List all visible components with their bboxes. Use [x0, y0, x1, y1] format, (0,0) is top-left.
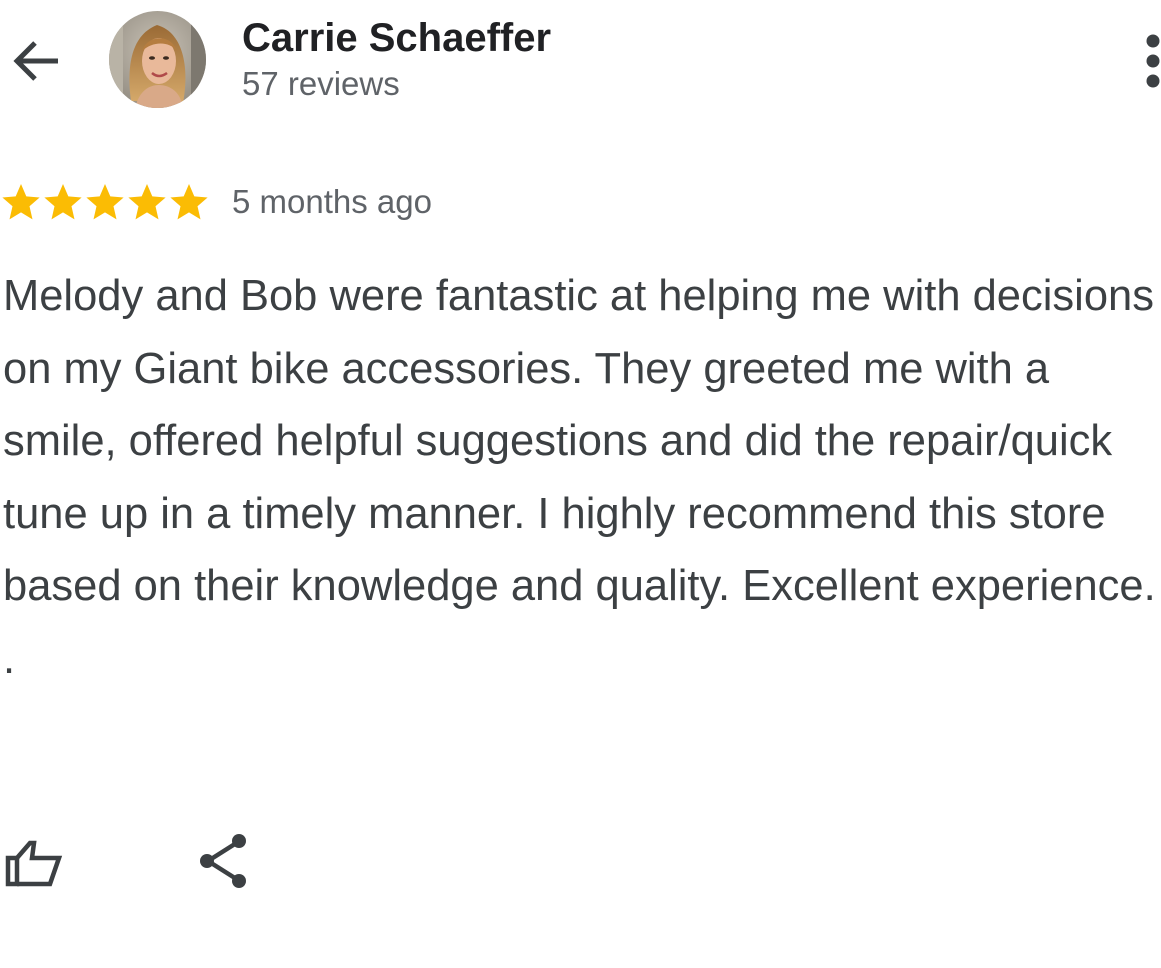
review-count: 57 reviews [242, 65, 400, 102]
star-icon [170, 184, 208, 220]
share-icon [200, 834, 246, 888]
more-vert-icon [1146, 34, 1160, 88]
review-text: Melody and Bob were fantastic at helping… [3, 272, 1156, 610]
review-header: Carrie Schaeffer 57 reviews [0, 0, 1161, 120]
review-trailing-dot: . [3, 634, 16, 683]
thumbs-up-icon [5, 840, 63, 887]
avatar-image [109, 11, 206, 108]
share-button[interactable] [192, 828, 258, 894]
rating-row: 5 months ago [0, 178, 432, 226]
star-icon [86, 184, 124, 220]
review-body: Melody and Bob were fantastic at helping… [3, 260, 1161, 695]
star-icon [128, 184, 166, 220]
star-icon [44, 184, 82, 220]
star-icon [2, 184, 40, 220]
like-button[interactable] [0, 828, 66, 894]
more-options-button[interactable] [1130, 32, 1161, 90]
review-date: 5 months ago [232, 183, 432, 220]
author-name[interactable]: Carrie Schaeffer [242, 14, 551, 62]
star-rating [0, 181, 210, 223]
arrow-back-icon [13, 41, 58, 81]
back-button[interactable] [10, 34, 64, 88]
avatar[interactable] [109, 11, 206, 108]
